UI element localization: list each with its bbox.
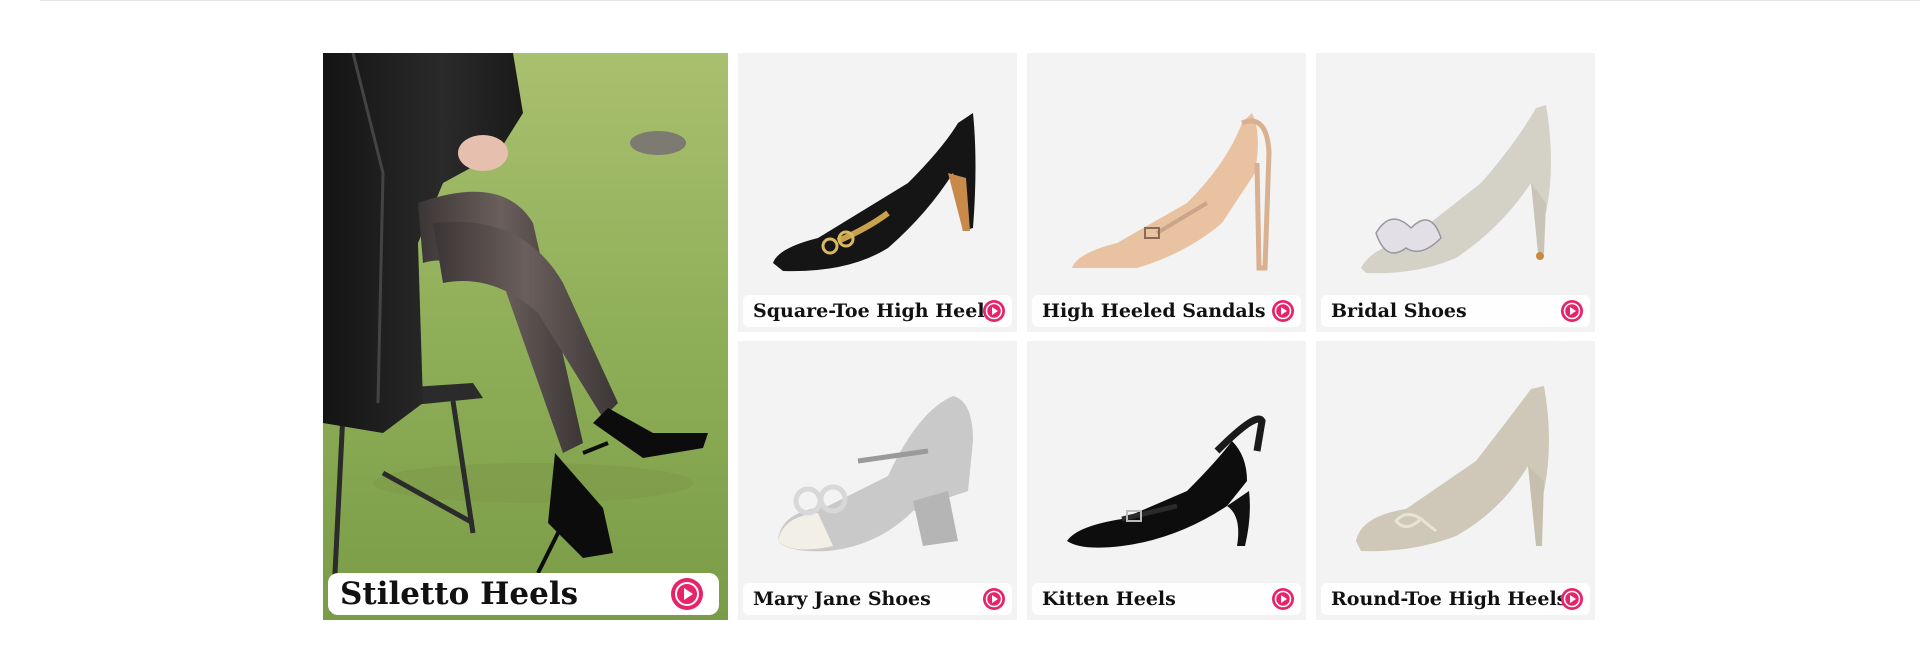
hero-category-card-stiletto[interactable]: Stiletto Heels xyxy=(323,53,728,620)
play-circle-icon[interactable] xyxy=(1561,588,1583,610)
top-divider xyxy=(40,0,1920,1)
card-label: Square-Toe High Heels xyxy=(743,295,1012,327)
hero-photo xyxy=(323,53,728,620)
card-label: Mary Jane Shoes xyxy=(743,583,1012,615)
play-circle-icon[interactable] xyxy=(1272,588,1294,610)
category-title: High Heeled Sandals xyxy=(1042,300,1266,322)
category-card-mary-jane[interactable]: Mary Jane Shoes xyxy=(738,341,1017,620)
shoe-image-mary-jane xyxy=(778,396,973,552)
hero-title: Stiletto Heels xyxy=(340,576,579,612)
card-label: Kitten Heels xyxy=(1032,583,1301,615)
category-title: Round-Toe High Heels xyxy=(1331,588,1568,610)
card-label: Round-Toe High Heels xyxy=(1321,583,1590,615)
category-title: Bridal Shoes xyxy=(1331,300,1467,322)
play-circle-icon[interactable] xyxy=(671,578,703,610)
shoe-image-kitten xyxy=(1067,415,1266,548)
category-card-kitten-heels[interactable]: Kitten Heels xyxy=(1027,341,1306,620)
shoe-image-round-toe xyxy=(1356,386,1549,552)
category-card-round-toe[interactable]: Round-Toe High Heels xyxy=(1316,341,1595,620)
shoe-image-bridal xyxy=(1361,105,1551,274)
card-label: Bridal Shoes xyxy=(1321,295,1590,327)
hero-label: Stiletto Heels xyxy=(328,573,719,615)
category-card-bridal[interactable]: Bridal Shoes xyxy=(1316,53,1595,332)
category-card-square-toe[interactable]: Square-Toe High Heels xyxy=(738,53,1017,332)
shoe-image-square-toe xyxy=(773,113,976,272)
play-circle-icon[interactable] xyxy=(983,300,1005,322)
category-title: Square-Toe High Heels xyxy=(753,300,996,322)
category-title: Kitten Heels xyxy=(1042,588,1176,610)
card-label: High Heeled Sandals xyxy=(1032,295,1301,327)
category-title: Mary Jane Shoes xyxy=(753,588,931,610)
play-circle-icon[interactable] xyxy=(1272,300,1294,322)
shoe-image-sandals xyxy=(1072,113,1272,271)
play-circle-icon[interactable] xyxy=(1561,300,1583,322)
play-circle-icon[interactable] xyxy=(983,588,1005,610)
category-card-high-heeled-sandals[interactable]: High Heeled Sandals xyxy=(1027,53,1306,332)
category-grid: Stiletto Heels Square-Toe High Heels Hig… xyxy=(323,53,1595,620)
